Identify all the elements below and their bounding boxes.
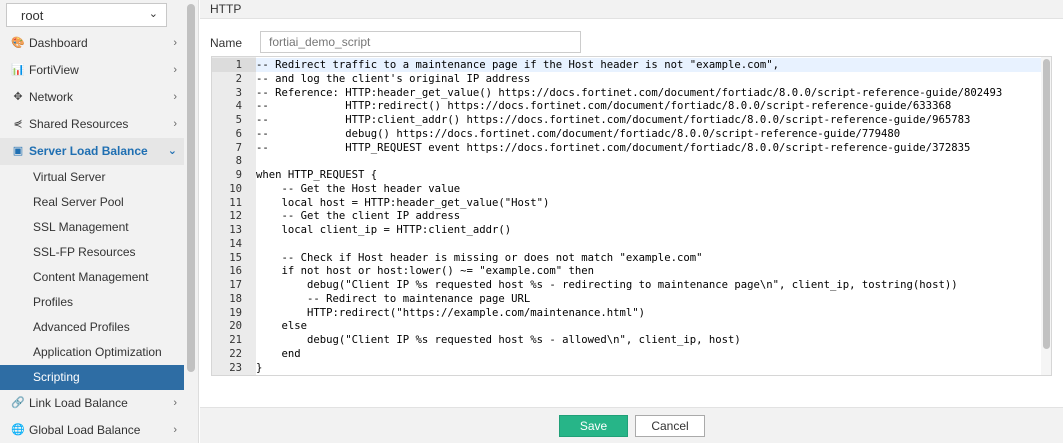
line-number: 14 [229,237,242,250]
chevron-right-icon: › [173,64,177,76]
link-icon: 🔗 [11,397,25,409]
nav-server-load-balance[interactable]: ▣ Server Load Balance ⌄ [0,138,184,165]
nav-fortiview[interactable]: 📊 FortiView › [0,57,184,84]
nav-global-load-balance-label: Global Load Balance [29,423,141,437]
chevron-down-icon: ⌄ [148,8,158,20]
code-text: -- Check if Host header is missing or do… [256,251,703,264]
code-text: end [256,347,301,360]
editor-scrollbar-thumb[interactable] [1043,59,1050,349]
code-text: -- Redirect traffic to a maintenance pag… [256,59,779,71]
section-header: HTTP [200,0,1063,19]
line-number: 21 [229,334,242,346]
nav-network-label: Network [29,90,74,104]
nav-dashboard-label: Dashboard [29,36,88,50]
code-text: -- Redirect to maintenance page URL [256,292,531,305]
globe-icon: 🌐 [11,424,25,436]
chevron-down-icon: ⌄ [167,145,177,157]
nav-global-load-balance[interactable]: 🌐 Global Load Balance › [0,417,184,443]
nav-shared-resources-label: Shared Resources [29,117,129,131]
code-text: -- Get the client IP address [256,210,461,223]
code-text: -- HTTP:client_addr() https://docs.forti… [256,114,971,126]
code-text: else [256,320,308,333]
code-text: debug("Client IP %s requested host %s - … [256,279,958,291]
nav-server-load-balance-label: Server Load Balance [29,144,148,158]
line-number: 15 [229,251,242,264]
line-number: 2 [235,72,242,85]
nav-shared-resources[interactable]: ⋞ Shared Resources › [0,111,184,138]
sidebar-subitem[interactable]: Real Server Pool [0,190,184,215]
nav-link-load-balance-label: Link Load Balance [29,396,128,410]
code-text: local host = HTTP:header_get_value("Host… [256,196,550,209]
cancel-button[interactable]: Cancel [635,415,705,437]
code-text: -- Get the Host header value [256,182,461,195]
main-panel: HTTP Name 1-- Redirect traffic to a main… [200,0,1063,443]
vdom-select-value: root [21,8,44,23]
code-text: if not host or host:lower() ~= "example.… [256,265,595,278]
name-field[interactable] [260,31,581,53]
line-number: 9 [235,169,242,181]
line-number: 1 [212,58,256,72]
line-number: 8 [235,155,242,168]
arrows-icon: ✥ [13,91,23,103]
code-text: -- HTTP:redirect() https://docs.fortinet… [256,100,952,113]
server-lb-icon: ▣ [12,145,24,157]
code-text: HTTP:redirect("https://example.com/maint… [256,306,646,319]
line-number: 7 [235,141,242,154]
nav-fortiview-label: FortiView [29,63,79,77]
line-number: 18 [229,292,242,305]
nav-network[interactable]: ✥ Network › [0,84,184,111]
code-text: when HTTP_REQUEST { [256,169,378,181]
nav-link-load-balance[interactable]: 🔗 Link Load Balance › [0,390,184,417]
line-number: 4 [235,100,242,113]
code-text: -- HTTP_REQUEST event https://docs.forti… [256,141,971,154]
section-title: HTTP [210,2,242,16]
sidebar-subitem[interactable]: Profiles [0,290,184,315]
line-number: 13 [229,224,242,236]
sidebar-subitem[interactable]: Scripting [0,365,184,390]
line-number: 16 [229,265,242,278]
nav-dashboard[interactable]: 🎨 Dashboard › [0,30,184,57]
sidebar-subitem[interactable]: Application Optimization [0,340,184,365]
code-line[interactable]: 1 -- Redirect traffic to a maintenance pa… [212,58,1051,72]
code-text: } [256,361,263,374]
chevron-right-icon: › [173,91,177,103]
bar-chart-icon: 📊 [11,64,25,76]
line-number: 22 [229,347,242,360]
line-number: 5 [235,114,242,126]
palette-icon: 🎨 [11,37,25,49]
line-number: 11 [229,196,242,209]
chevron-right-icon: › [173,397,177,409]
chevron-right-icon: › [173,37,177,49]
code-text: -- debug() https://docs.fortinet.com/doc… [256,127,901,140]
line-number: 3 [235,86,242,99]
line-number: 17 [229,279,242,291]
code-text: -- and log the client's original IP addr… [256,72,531,85]
form-footer: Save Cancel [200,407,1063,443]
line-number: 10 [229,182,242,195]
code-text: local client_ip = HTTP:client_addr() [256,224,512,236]
sidebar-subitem[interactable]: SSL Management [0,215,184,240]
vdom-select[interactable]: root ⌄ [6,3,167,27]
save-button[interactable]: Save [559,415,628,437]
sidebar-subitem[interactable]: Virtual Server [0,165,184,190]
code-text: debug("Client IP %s requested host %s - … [256,334,741,346]
line-number: 20 [229,320,242,333]
sidebar-subitem[interactable]: Advanced Profiles [0,315,184,340]
line-number: 6 [235,127,242,140]
sidebar-subitem[interactable]: Content Management [0,265,184,290]
script-editor[interactable]: 1 -- Redirect traffic to a maintenance pa… [211,56,1052,376]
sidebar: root ⌄ 🎨 Dashboard › 📊 FortiView › ✥ Network › ⋞ S… [0,0,199,443]
line-number: 12 [229,210,242,223]
line-number: 23 [229,361,242,374]
chevron-right-icon: › [173,424,177,436]
sidebar-scrollbar-thumb[interactable] [187,4,195,372]
sidebar-nav: 🎨 Dashboard › 📊 FortiView › ✥ Network › ⋞ Shared R… [0,30,184,443]
line-number: 19 [229,306,242,319]
sidebar-subitem[interactable]: SSL-FP Resources [0,240,184,265]
chevron-right-icon: › [173,118,177,130]
name-label: Name [210,36,243,50]
code-text: -- Reference: HTTP:header_get_value() ht… [256,86,1003,99]
share-icon: ⋞ [13,118,23,130]
